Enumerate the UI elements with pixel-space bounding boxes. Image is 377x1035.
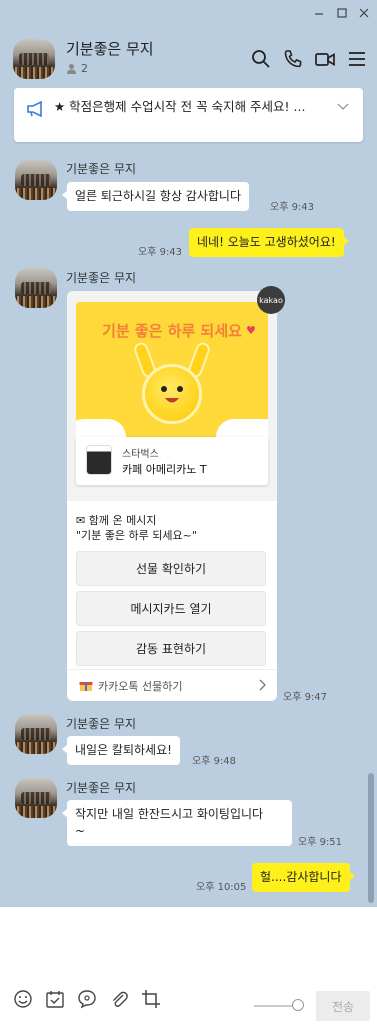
notice-banner[interactable]: ★ 학점은행제 수업시작 전 꼭 숙지해 주세요! ... <box>14 88 363 142</box>
member-count-value: 2 <box>81 62 88 75</box>
phone-icon[interactable] <box>282 48 304 70</box>
crop-icon[interactable] <box>141 989 161 1009</box>
sender-name: 기분좋은 무지 <box>66 271 137 285</box>
gift-preview: 기분 좋은 하루 되세요 ♥ 스타벅스 카페 아메리카노 T <box>67 291 277 501</box>
sender-avatar[interactable] <box>15 160 57 200</box>
gift-note-header: ✉ 함께 온 메시지 <box>76 514 157 527</box>
gift-box-icon <box>79 682 93 691</box>
my-message-bubble[interactable]: 헐....감사합니다 <box>252 863 354 892</box>
gift-note: ✉ 함께 온 메시지 "기분 좋은 하루 되세요~" <box>76 513 197 543</box>
kakao-badge: kakao <box>257 286 285 314</box>
message-time: 오후 9:43 <box>138 247 183 258</box>
product-brand: 스타벅스 <box>122 449 159 460</box>
video-icon[interactable] <box>314 48 336 70</box>
emoji-icon[interactable] <box>13 989 33 1009</box>
character-illustration <box>142 364 202 424</box>
gift-footer[interactable]: 카카오톡 선물하기 <box>67 669 277 701</box>
minimize-icon[interactable] <box>312 6 326 20</box>
message-bubble[interactable]: 작지만 내일 한잔드시고 화이팅입니다 ~ <box>62 800 292 846</box>
chatroom-title: 기분좋은 무지 <box>66 40 154 58</box>
person-icon <box>67 64 76 74</box>
chevron-down-icon[interactable] <box>337 100 349 112</box>
maximize-icon[interactable] <box>335 6 349 20</box>
coffee-cup-icon <box>86 445 112 475</box>
chatroom-avatar[interactable] <box>13 39 55 79</box>
message-time: 오후 9:48 <box>192 756 237 767</box>
message-bubble[interactable]: 내일은 칼퇴하세요! <box>62 736 180 765</box>
open-card-button[interactable]: 메시지카드 열기 <box>76 591 266 626</box>
send-button[interactable]: 전송 <box>316 991 370 1021</box>
message-time: 오후 9:51 <box>298 837 343 848</box>
confirm-gift-button[interactable]: 선물 확인하기 <box>76 551 266 586</box>
sender-avatar[interactable] <box>15 714 57 754</box>
message-time: 오후 9:47 <box>283 692 328 703</box>
chat-scrollbar[interactable] <box>368 773 374 903</box>
notice-text: ★ 학점은행제 수업시작 전 꼭 숙지해 주세요! ... <box>54 99 306 114</box>
message-time: 오후 10:05 <box>196 882 247 893</box>
zoom-slider-knob[interactable] <box>292 999 304 1011</box>
sender-avatar[interactable] <box>15 778 57 818</box>
member-count[interactable]: 2 <box>66 62 88 75</box>
bubble-icon[interactable] <box>77 989 97 1009</box>
sender-avatar[interactable] <box>15 268 57 308</box>
product-name: 카페 아메리카노 T <box>122 463 207 476</box>
message-bubble[interactable]: 얼른 퇴근하시길 항상 감사합니다 <box>61 182 250 211</box>
gift-banner: 기분 좋은 하루 되세요 ♥ <box>76 302 268 447</box>
message-input[interactable] <box>8 913 368 983</box>
attach-icon[interactable] <box>109 989 129 1009</box>
search-icon[interactable] <box>250 48 272 70</box>
close-icon[interactable] <box>357 6 371 20</box>
gift-banner-title: 기분 좋은 하루 되세요 <box>102 322 242 340</box>
sender-name: 기분좋은 무지 <box>66 162 137 176</box>
react-button[interactable]: 감동 표현하기 <box>76 631 266 666</box>
gift-card[interactable]: 기분 좋은 하루 되세요 ♥ 스타벅스 카페 아메리카노 T ✉ 함께 온 메시… <box>67 291 277 701</box>
chevron-right-icon <box>259 679 266 691</box>
gift-note-message: "기분 좋은 하루 되세요~" <box>76 529 197 542</box>
my-message-bubble[interactable]: 네네! 오늘도 고생하셨어요! <box>189 228 349 257</box>
message-time: 오후 9:43 <box>270 202 315 213</box>
heart-icon: ♥ <box>246 324 256 337</box>
calendar-icon[interactable] <box>45 989 65 1009</box>
gift-footer-label: 카카오톡 선물하기 <box>98 680 183 693</box>
chat-header: 기분좋은 무지 2 <box>0 26 377 86</box>
sender-name: 기분좋은 무지 <box>66 717 137 731</box>
megaphone-icon <box>27 100 42 118</box>
sender-name: 기분좋은 무지 <box>66 781 137 795</box>
gift-product: 스타벅스 카페 아메리카노 T <box>76 437 268 485</box>
menu-icon[interactable] <box>346 48 368 70</box>
window-titlebar <box>0 0 377 26</box>
